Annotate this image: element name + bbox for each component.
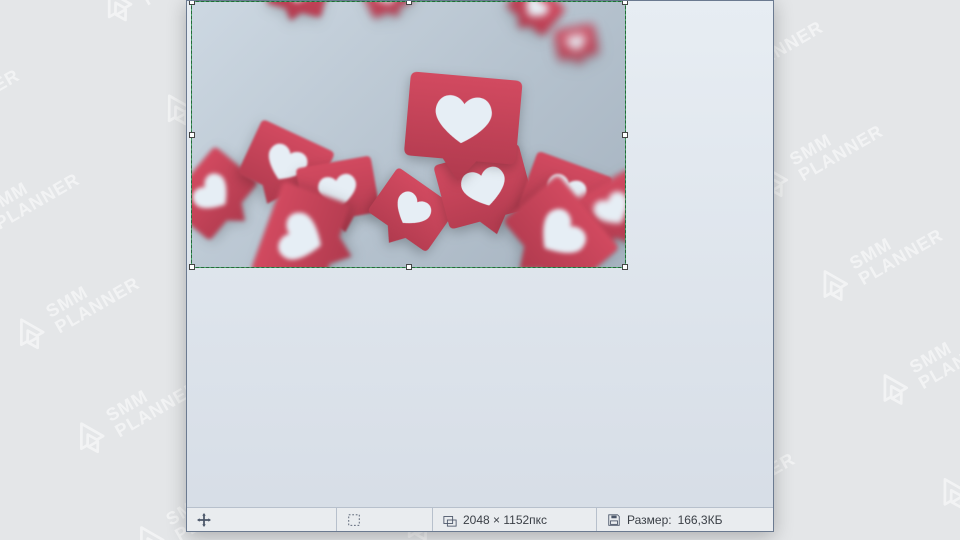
editor-window: 2048 × 1152пкс Размер: 166,3КБ [186,0,774,532]
resize-handle-tl[interactable] [189,1,195,5]
image-selection[interactable] [191,1,626,268]
resize-handle-mr[interactable] [622,132,628,138]
disk-icon [607,513,621,527]
status-dimensions-panel: 2048 × 1152пкс [433,508,597,531]
resize-handle-bl[interactable] [189,264,195,270]
resize-handle-tm[interactable] [406,1,412,5]
resize-handle-tr[interactable] [622,1,628,5]
dimensions-icon [443,513,457,527]
resize-handle-br[interactable] [622,264,628,270]
resize-handle-bm[interactable] [406,264,412,270]
status-selection-panel [337,508,433,531]
status-bar: 2048 × 1152пкс Размер: 166,3КБ [187,507,773,531]
dimensions-text: 2048 × 1152пкс [463,513,547,527]
image-content [192,2,625,267]
status-cursor-panel [187,508,337,531]
editor-canvas[interactable] [187,1,773,507]
status-filesize-panel: Размер: 166,3КБ [597,508,773,531]
filesize-label: Размер: [627,513,672,527]
resize-handle-ml[interactable] [189,132,195,138]
move-cursor-icon [197,513,211,527]
selection-icon [347,513,361,527]
filesize-value: 166,3КБ [678,513,723,527]
